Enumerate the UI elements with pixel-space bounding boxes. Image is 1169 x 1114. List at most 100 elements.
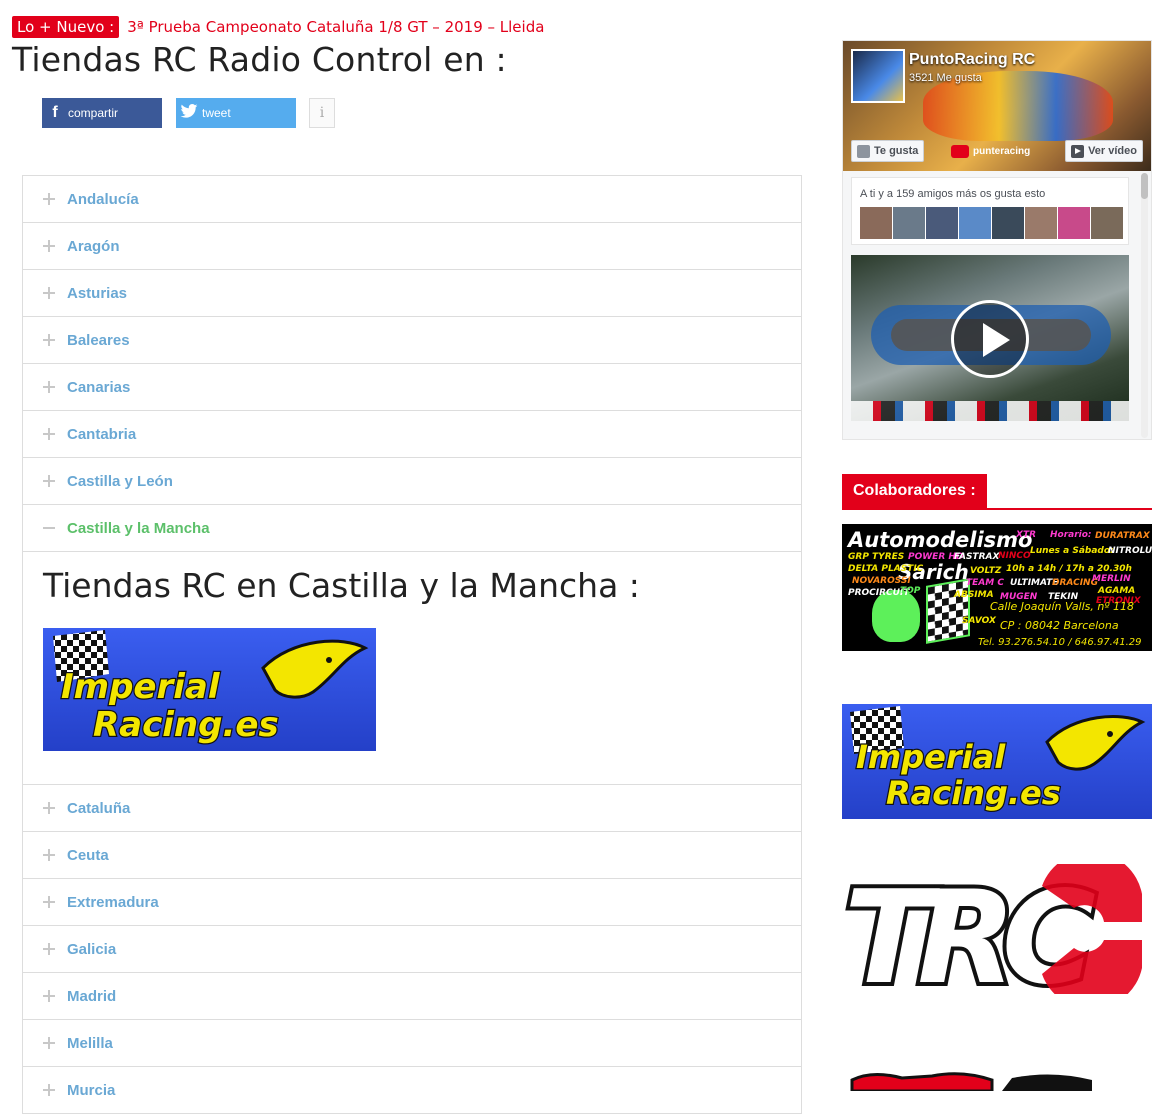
watch-video-button[interactable]: Ver vídeo	[1065, 140, 1143, 162]
region-label[interactable]: Andalucía	[67, 191, 139, 208]
avatar[interactable]	[1058, 207, 1090, 239]
plus-icon	[41, 1035, 57, 1051]
plus-icon	[41, 191, 57, 207]
region-label[interactable]: Madrid	[67, 988, 116, 1005]
ad-title: Automodelismo	[848, 528, 1033, 552]
imperial-racing-sidebar-logo[interactable]: Imperial Racing.es	[842, 704, 1152, 819]
widget-scrollbar[interactable]	[1141, 173, 1148, 438]
region-item-castilla-la-mancha[interactable]: Castilla y la Mancha	[23, 505, 801, 552]
ad-brand: DELTA PLASTIC	[848, 564, 924, 574]
region-item-extremadura[interactable]: Extremadura	[23, 879, 801, 926]
ad-brand: SAVOX	[962, 616, 996, 626]
avatar[interactable]	[1025, 207, 1057, 239]
plus-icon	[41, 473, 57, 489]
plus-icon	[41, 379, 57, 395]
region-label-active[interactable]: Castilla y la Mancha	[67, 520, 210, 537]
imperial-sidebar-line1: Imperial	[856, 738, 1006, 776]
facebook-video-post[interactable]	[851, 255, 1129, 421]
region-panel-castilla-la-mancha: Tiendas RC en Castilla y la Mancha : Imp…	[23, 552, 801, 785]
region-label[interactable]: Asturias	[67, 285, 127, 302]
collaborators-heading-label: Colaboradores :	[842, 474, 987, 508]
facebook-page-name[interactable]: PuntoRacing RC	[909, 51, 1035, 69]
video-play-icon	[1071, 144, 1085, 158]
ad-brand: NITROLUX	[1108, 546, 1152, 556]
region-item-canarias[interactable]: Canarias	[23, 364, 801, 411]
like-button-label: Te gusta	[874, 145, 919, 157]
info-button[interactable]: i	[309, 98, 335, 128]
region-item-cantabria[interactable]: Cantabria	[23, 411, 801, 458]
facebook-cover-image[interactable]: PuntoRacing RC 3521 Me gusta punteracing…	[843, 41, 1151, 171]
ad-phones: Tel. 93.276.54.10 / 646.97.41.29	[978, 637, 1142, 648]
regions-accordion: Andalucía Aragón Asturias Baleares Canar…	[22, 175, 802, 1114]
plus-icon	[41, 988, 57, 1004]
checkered-flag-image	[926, 578, 970, 644]
region-label[interactable]: Cataluña	[67, 800, 130, 817]
ad-brand: XTR	[1016, 530, 1037, 540]
region-item-aragon[interactable]: Aragón	[23, 223, 801, 270]
region-label[interactable]: Cantabria	[67, 426, 136, 443]
avatar[interactable]	[860, 207, 892, 239]
region-label[interactable]: Canarias	[67, 379, 130, 396]
region-item-andalucia[interactable]: Andalucía	[23, 176, 801, 223]
region-label[interactable]: Extremadura	[67, 894, 159, 911]
minus-icon	[41, 520, 57, 536]
twitter-icon	[178, 103, 200, 123]
ad-address: Calle Joaquín Valls, nº 118	[990, 600, 1135, 613]
plus-icon	[41, 847, 57, 863]
ad-brand: NINCO	[998, 551, 1031, 561]
twitter-share-button[interactable]: tweet	[176, 98, 296, 128]
ad-brand: ABSIMA	[954, 590, 994, 600]
play-icon[interactable]	[951, 300, 1029, 378]
region-item-asturias[interactable]: Asturias	[23, 270, 801, 317]
ad-postal-code: CP : 08042 Barcelona	[1000, 619, 1119, 632]
avatar[interactable]	[926, 207, 958, 239]
region-label[interactable]: Baleares	[67, 332, 130, 349]
partial-sponsor-logo[interactable]	[842, 1068, 1152, 1091]
facebook-share-label: compartir	[68, 106, 119, 120]
ad-brand: 10h a 14h / 17h a 20.30h	[1006, 564, 1132, 574]
avatar[interactable]	[992, 207, 1024, 239]
plus-icon	[41, 238, 57, 254]
imperial-logo-line1: Imperial	[61, 667, 221, 707]
plus-icon	[41, 426, 57, 442]
friends-like-box: A ti y a 159 amigos más os gusta esto	[851, 177, 1129, 245]
region-item-castilla-y-leon[interactable]: Castilla y León	[23, 458, 801, 505]
friend-avatars	[860, 207, 1123, 239]
imperial-racing-logo[interactable]: Imperial Racing.es	[43, 628, 376, 751]
page-avatar[interactable]	[851, 49, 905, 103]
facebook-icon: f	[52, 104, 58, 121]
imperial-sidebar-line2: Racing.es	[886, 774, 1061, 812]
facebook-like-button[interactable]: Te gusta	[851, 140, 925, 162]
ticker-badge: Lo + Nuevo :	[12, 16, 120, 38]
panel-title: Tiendas RC en Castilla y la Mancha :	[43, 566, 640, 605]
region-label[interactable]: Murcia	[67, 1082, 115, 1099]
ad-brand: Lunes a Sábado:	[1030, 546, 1114, 556]
region-label[interactable]: Aragón	[67, 238, 120, 255]
trc-logo[interactable]: TRC	[840, 851, 1152, 1017]
region-item-ceuta[interactable]: Ceuta	[23, 832, 801, 879]
avatar[interactable]	[1091, 207, 1123, 239]
imperial-logo-line2: Racing.es	[93, 705, 279, 745]
region-item-baleares[interactable]: Baleares	[23, 317, 801, 364]
region-label[interactable]: Galicia	[67, 941, 116, 958]
collaborators-heading: Colaboradores :	[842, 474, 1152, 510]
sarich-ad-banner[interactable]: Automodelismo Sarich XTR Horario: DURATR…	[842, 524, 1152, 651]
ad-brand: GRP TYRES	[848, 552, 905, 562]
region-label[interactable]: Ceuta	[67, 847, 109, 864]
region-item-madrid[interactable]: Madrid	[23, 973, 801, 1020]
twitter-share-label: tweet	[202, 106, 231, 120]
ad-brand: NOVAROSSI	[852, 576, 911, 586]
avatar[interactable]	[959, 207, 991, 239]
plus-icon	[41, 941, 57, 957]
ticker-headline[interactable]: 3ª Prueba Campeonato Cataluña 1/8 GT – 2…	[127, 18, 544, 36]
friends-like-text: A ti y a 159 amigos más os gusta esto	[860, 188, 1046, 200]
avatar[interactable]	[893, 207, 925, 239]
region-label[interactable]: Melilla	[67, 1035, 113, 1052]
plus-icon	[41, 894, 57, 910]
facebook-share-button[interactable]: f compartir	[42, 98, 162, 128]
region-item-cataluna[interactable]: Cataluña	[23, 785, 801, 832]
region-item-melilla[interactable]: Melilla	[23, 1020, 801, 1067]
region-label[interactable]: Castilla y León	[67, 473, 173, 490]
region-item-galicia[interactable]: Galicia	[23, 926, 801, 973]
ticker-headline-link[interactable]: 3ª Prueba Campeonato Cataluña 1/8 GT – 2…	[127, 18, 544, 36]
